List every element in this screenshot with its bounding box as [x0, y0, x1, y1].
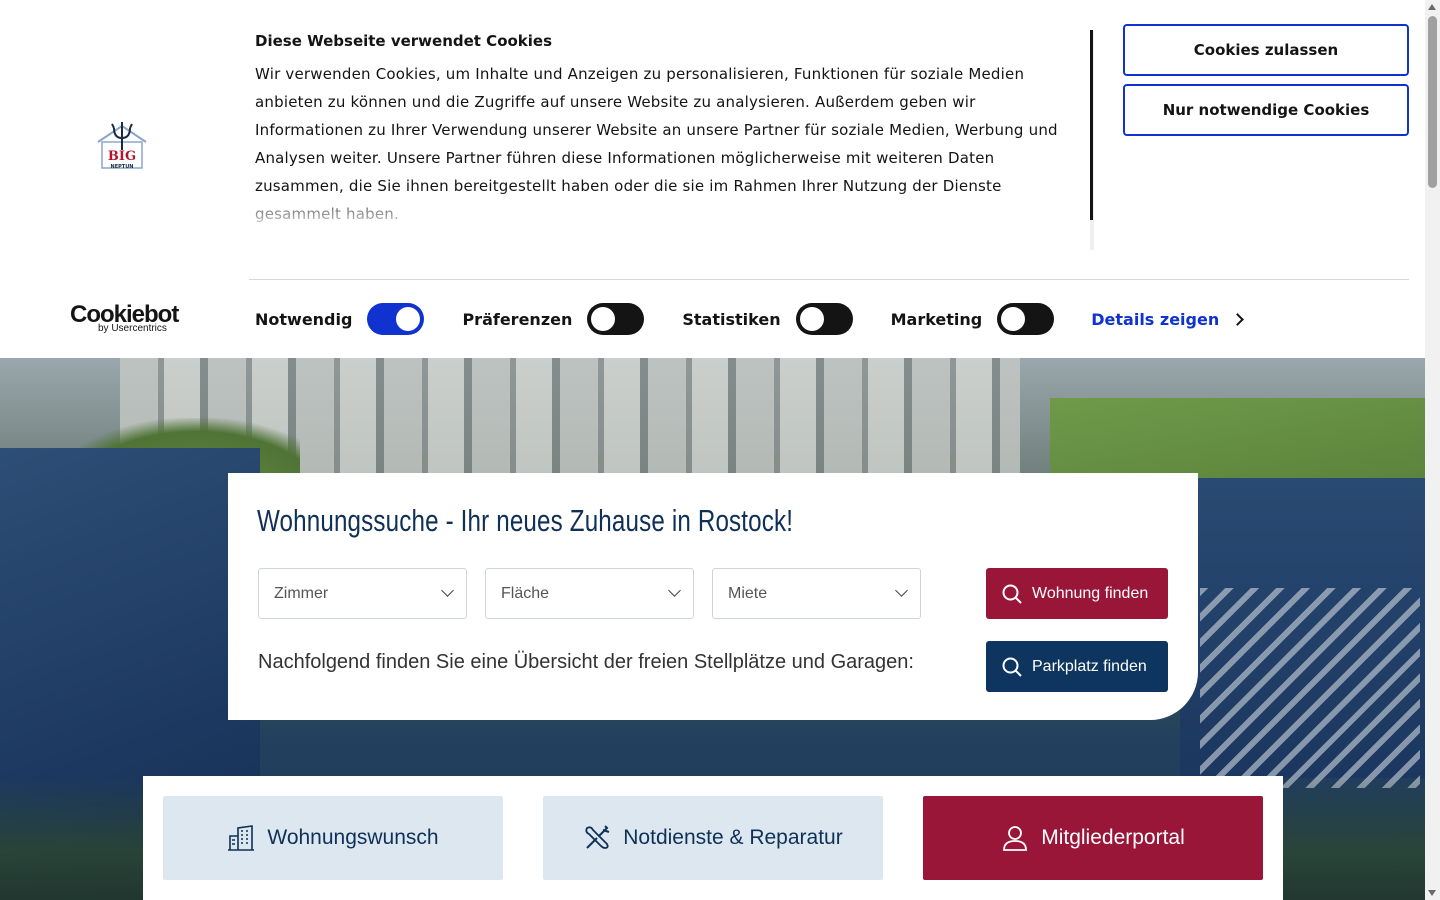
chevron-down-icon	[668, 584, 681, 597]
rent-select[interactable]: Miete	[712, 568, 921, 619]
quick-links-bar: Wohnungswunsch Notdienste & Reparatur Mi…	[143, 776, 1283, 900]
svg-text:NEPTUN: NEPTUN	[111, 164, 134, 170]
find-parking-button[interactable]: Parkplatz finden	[986, 641, 1168, 692]
toggle-switch-statistiken[interactable]	[795, 303, 853, 335]
chevron-down-icon	[895, 584, 908, 597]
search-icon	[1002, 584, 1022, 604]
toggle-switch-praeferenzen[interactable]	[587, 303, 645, 335]
chevron-right-icon	[1231, 312, 1245, 326]
cookie-text-scroll-thumb[interactable]	[1090, 30, 1093, 220]
toggle-knob	[396, 307, 421, 331]
cookie-banner: BIG NEPTUN Diese Webseite verwendet Cook…	[0, 0, 1425, 358]
necessary-cookies-button[interactable]: Nur notwendige Cookies	[1123, 84, 1409, 136]
toggle-knob	[1001, 307, 1026, 331]
quick-link-notdienste[interactable]: Notdienste & Reparatur	[543, 796, 883, 880]
find-apartment-button[interactable]: Wohnung finden	[986, 568, 1168, 619]
company-logo: BIG NEPTUN	[92, 120, 152, 176]
toggle-switch-notwendig[interactable]	[367, 303, 425, 335]
svg-text:BIG: BIG	[108, 149, 136, 164]
cookie-text-fade	[255, 190, 1075, 232]
page-scrollbar[interactable]	[1425, 0, 1440, 900]
page-scroll-thumb[interactable]	[1428, 16, 1437, 188]
rooms-select-placeholder: Zimmer	[274, 584, 329, 602]
find-parking-label: Parkplatz finden	[1032, 657, 1147, 675]
search-title: Wohnungssuche - Ihr neues Zuhause in Ros…	[257, 503, 794, 538]
find-apartment-label: Wohnung finden	[1032, 584, 1149, 602]
allow-cookies-button[interactable]: Cookies zulassen	[1123, 24, 1409, 76]
cookie-divider	[249, 279, 1409, 280]
quick-link-label: Wohnungswunsch	[267, 826, 439, 849]
scroll-up-arrow-icon[interactable]	[1428, 4, 1436, 10]
parking-info-text: Nachfolgend finden Sie eine Übersicht de…	[258, 651, 914, 673]
area-select[interactable]: Fläche	[485, 568, 694, 619]
hero-marina-boats	[1200, 588, 1420, 788]
search-icon	[1002, 657, 1022, 677]
toggle-label: Notwendig	[255, 309, 353, 329]
details-link-label: Details zeigen	[1091, 309, 1220, 329]
toggle-marketing: Marketing	[891, 303, 1055, 335]
cookiebot-logo: Cookiebot by Usercentrics	[70, 303, 180, 335]
user-icon	[1003, 826, 1028, 851]
toggle-knob	[591, 307, 616, 331]
toggle-label: Statistiken	[682, 309, 781, 329]
chevron-down-icon	[441, 584, 454, 597]
quick-link-label: Notdienste & Reparatur	[623, 826, 843, 849]
toggle-praeferenzen: Präferenzen	[462, 303, 645, 335]
cookie-title: Diese Webseite verwendet Cookies	[255, 32, 553, 50]
tools-icon	[585, 825, 610, 849]
cookie-consent-toggles: Notwendig Präferenzen Statistiken Market…	[255, 302, 1245, 336]
toggle-knob	[799, 307, 824, 331]
toggle-label: Marketing	[890, 309, 983, 329]
rent-select-placeholder: Miete	[728, 584, 768, 602]
apartment-search-card: Wohnungssuche - Ihr neues Zuhause in Ros…	[228, 473, 1198, 720]
details-link[interactable]: Details zeigen	[1091, 309, 1245, 329]
area-select-placeholder: Fläche	[501, 584, 550, 602]
quick-link-label: Mitgliederportal	[1041, 826, 1185, 849]
toggle-switch-marketing[interactable]	[997, 303, 1055, 335]
quick-link-wohnungswunsch[interactable]: Wohnungswunsch	[163, 796, 503, 880]
cookiebot-brand-sub: by Usercentrics	[98, 323, 167, 334]
toggle-label: Präferenzen	[462, 309, 573, 329]
quick-link-mitgliederportal[interactable]: Mitgliederportal	[923, 796, 1263, 880]
building-icon	[228, 825, 255, 851]
scroll-down-arrow-icon[interactable]	[1428, 890, 1436, 896]
rooms-select[interactable]: Zimmer	[258, 568, 467, 619]
toggle-notwendig: Notwendig	[255, 303, 425, 335]
toggle-statistiken: Statistiken	[682, 303, 853, 335]
